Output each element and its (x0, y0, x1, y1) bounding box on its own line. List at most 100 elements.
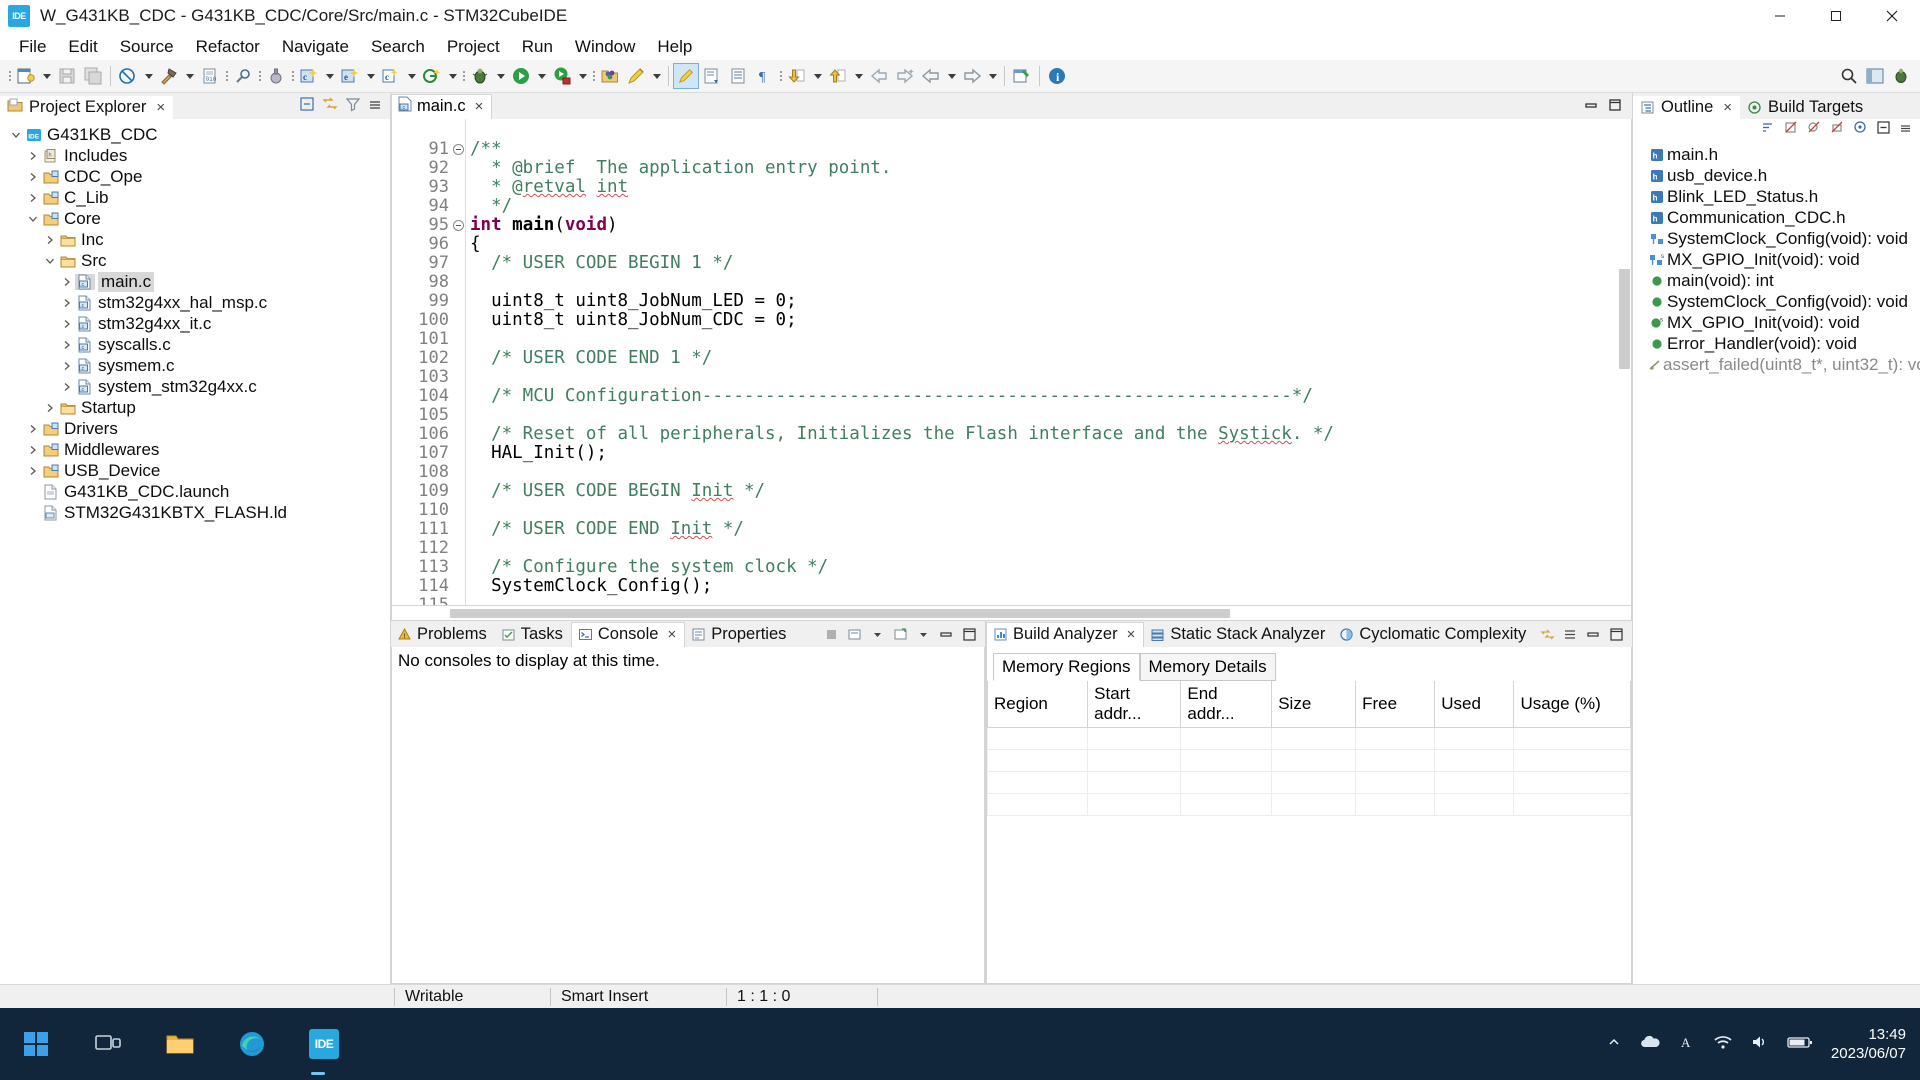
back-nav-dropdown-icon[interactable] (944, 63, 959, 89)
tree-item-startup[interactable]: Startup (0, 397, 390, 418)
tree-item-stm32g431kbtx-flash-ld[interactable]: STM32G431KBTX_FLASH.ld (0, 502, 390, 523)
forward-nav-dropdown-icon[interactable] (985, 63, 1000, 89)
editor-vscroll-thumb[interactable] (1619, 269, 1630, 369)
twisty-expanded-icon[interactable] (42, 256, 58, 266)
column-header-end-addr-[interactable]: End addr... (1180, 681, 1273, 728)
twisty-collapsed-icon[interactable] (42, 235, 58, 245)
tab-project-explorer[interactable]: Project Explorer × (0, 94, 174, 119)
new-class-dropdown-icon[interactable] (404, 63, 419, 89)
minimize-editor-icon[interactable] (1584, 97, 1598, 117)
tree-item-cdc-ope[interactable]: CDC_Ope (0, 166, 390, 187)
next-annotation-dropdown-icon[interactable] (810, 63, 825, 89)
menu-run[interactable]: Run (511, 34, 564, 60)
close-tab-icon[interactable]: × (667, 627, 676, 642)
forward-history-icon[interactable] (892, 63, 918, 89)
tree-item-sysmem-c[interactable]: .c sysmem.c (0, 355, 390, 376)
outline-item-mx-gpio-init-void[interactable]: s MX_GPIO_Init(void) : void (1633, 312, 1920, 333)
toolbar-drag-handle[interactable] (6, 65, 13, 87)
outline-item-systemclock-config-void[interactable]: SystemClock_Config(void) : void (1633, 228, 1920, 249)
twisty-collapsed-icon[interactable] (25, 193, 41, 203)
edit-pen-icon[interactable] (623, 63, 649, 89)
twisty-collapsed-icon[interactable] (59, 340, 75, 350)
outline-item-communication-cdc-h[interactable]: h Communication_CDC.h (1633, 207, 1920, 228)
tab-tasks[interactable]: Tasks (495, 622, 571, 647)
menu-source[interactable]: Source (109, 34, 185, 60)
column-header-start-addr-[interactable]: Start addr... (1087, 681, 1182, 728)
code-line[interactable]: HAL_Init(); (470, 444, 1631, 463)
show-whitespace-icon[interactable] (725, 63, 751, 89)
run-config-icon[interactable] (549, 63, 575, 89)
back-nav-icon[interactable] (918, 63, 944, 89)
code-line[interactable] (470, 596, 1631, 605)
code-line[interactable]: /* Configure the system clock */ (470, 558, 1631, 577)
toggle-markers-icon[interactable] (673, 63, 699, 89)
new-c-file-icon[interactable]: c (296, 63, 322, 89)
twisty-expanded-icon[interactable] (8, 130, 24, 140)
maximize-panel-icon[interactable] (1609, 627, 1624, 642)
twisty-collapsed-icon[interactable] (59, 298, 75, 308)
stm32cubeide-button[interactable]: IDE (302, 1022, 346, 1075)
code-line[interactable] (470, 121, 1631, 140)
fold-collapse-icon[interactable] (452, 216, 465, 235)
code-line[interactable]: /* USER CODE BEGIN 1 */ (470, 254, 1631, 273)
code-line[interactable]: /* USER CODE BEGIN Init */ (470, 482, 1631, 501)
build-hammer-icon[interactable] (156, 63, 182, 89)
outline-list[interactable]: h main.h h usb_device.h h Blink_LED_Status.h h… (1633, 141, 1920, 984)
code-line[interactable]: int main(void) (470, 216, 1631, 235)
tree-item-usb-device[interactable]: USB_Device (0, 460, 390, 481)
tree-item-middlewares[interactable]: Middlewares (0, 439, 390, 460)
code-line[interactable]: /* USER CODE END 1 */ (470, 349, 1631, 368)
folding-margin[interactable] (452, 119, 466, 605)
column-header-usage-[interactable]: Usage (%) (1513, 681, 1631, 728)
debug-bug-icon[interactable] (467, 63, 493, 89)
menu-refactor[interactable]: Refactor (185, 34, 271, 60)
code-line[interactable]: SystemClock_Config(); (470, 577, 1631, 596)
close-project-explorer-icon[interactable]: × (156, 100, 165, 115)
prev-annotation-up-icon[interactable] (825, 63, 851, 89)
focus-icon[interactable] (1853, 120, 1868, 140)
twisty-collapsed-icon[interactable] (59, 319, 75, 329)
save-all-icon[interactable] (80, 63, 106, 89)
source-code[interactable]: /** * @brief The application entry point… (466, 119, 1631, 605)
pin-editor-icon[interactable] (1009, 63, 1035, 89)
twisty-collapsed-icon[interactable] (25, 466, 41, 476)
code-line[interactable]: /** (470, 140, 1631, 159)
tab-cyclomatic-complexity[interactable]: Cyclomatic Complexity (1333, 622, 1534, 647)
next-annotation-down-icon[interactable] (784, 63, 810, 89)
outline-item-error-handler-void[interactable]: Error_Handler(void) : void (1633, 333, 1920, 354)
new-c-project-icon[interactable] (115, 63, 141, 89)
column-header-region[interactable]: Region (987, 681, 1089, 728)
menu-search[interactable]: Search (360, 34, 436, 60)
view-menu-icon[interactable] (368, 97, 382, 117)
code-line[interactable] (470, 330, 1631, 349)
code-line[interactable] (470, 539, 1631, 558)
edge-button[interactable] (230, 1022, 274, 1066)
code-line[interactable]: /* USER CODE END Init */ (470, 520, 1631, 539)
code-line[interactable] (470, 463, 1631, 482)
twisty-collapsed-icon[interactable] (25, 445, 41, 455)
tree-item-core[interactable]: Core (0, 208, 390, 229)
new-c-project-dropdown-icon[interactable] (141, 63, 156, 89)
close-main-c-icon[interactable]: × (475, 99, 484, 114)
tree-item-main-c[interactable]: .c main.c (0, 271, 390, 292)
tree-item-g431kb-cdc-launch[interactable]: G431KB_CDC.launch (0, 481, 390, 502)
hide-fields-icon[interactable] (1784, 120, 1799, 140)
editor-horizontal-scrollbar[interactable] (391, 606, 1632, 621)
new-class-icon[interactable]: c (378, 63, 404, 89)
prev-annotation-dropdown-icon[interactable] (851, 63, 866, 89)
code-line[interactable] (470, 273, 1631, 292)
tab-outline[interactable]: Outline × (1633, 94, 1741, 119)
run-icon[interactable] (508, 63, 534, 89)
code-line[interactable] (470, 501, 1631, 520)
new-file-dropdown-icon[interactable] (39, 63, 54, 89)
open-console-icon[interactable] (893, 627, 908, 642)
new-c-file-dropdown-icon[interactable] (322, 63, 337, 89)
edit-dropdown-icon[interactable] (649, 63, 664, 89)
link-with-editor-icon[interactable] (1540, 627, 1555, 642)
outline-view-menu-icon[interactable] (1899, 120, 1912, 140)
menu-file[interactable]: File (8, 34, 57, 60)
tree-item-inc[interactable]: Inc (0, 229, 390, 250)
minimize-window-button[interactable] (1752, 0, 1808, 33)
maximize-panel-icon[interactable] (962, 627, 977, 642)
info-icon[interactable]: i (1044, 63, 1070, 89)
